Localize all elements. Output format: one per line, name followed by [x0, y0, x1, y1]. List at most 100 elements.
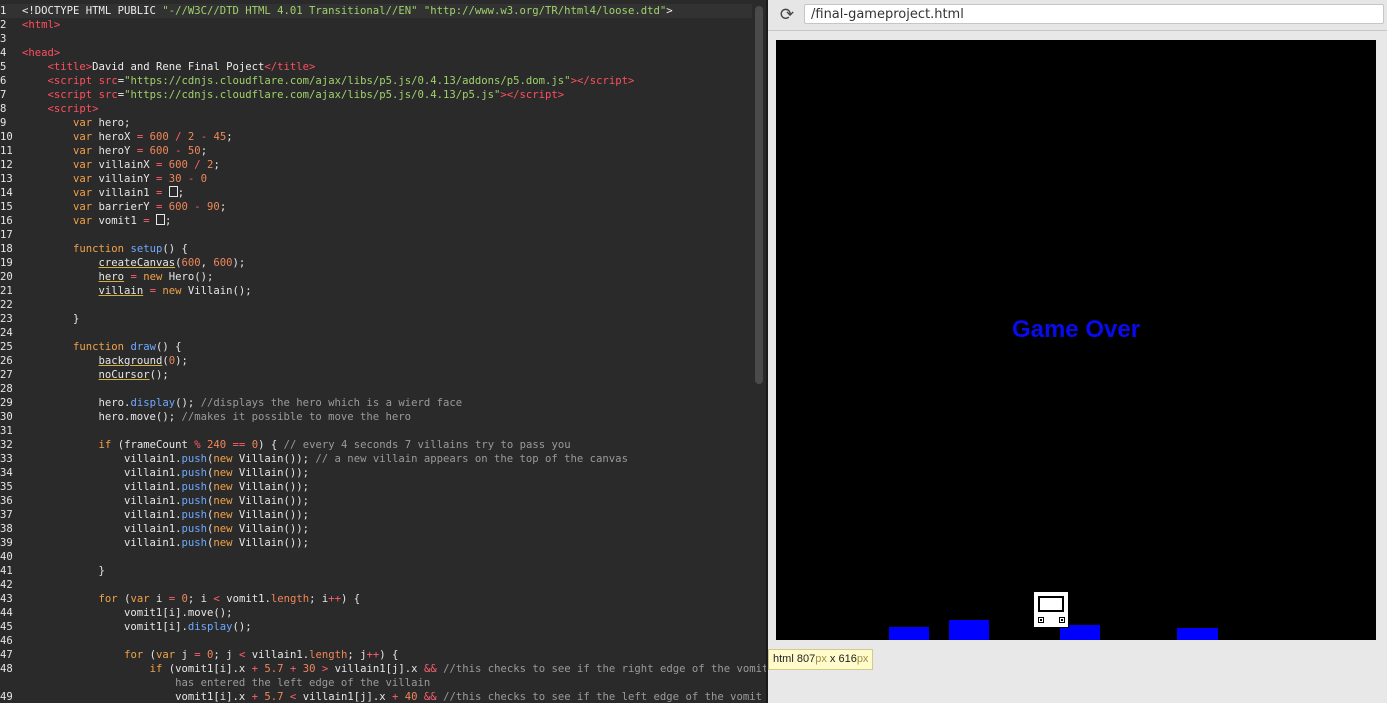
line-number: 29 [0, 397, 13, 409]
hero-sprite [1033, 591, 1069, 628]
code-line[interactable]: 7 <script src="https://cdnjs.cloudflare.… [0, 88, 752, 102]
code-line[interactable]: 4 <head> [0, 46, 752, 60]
code-line[interactable]: 23 } [0, 312, 752, 326]
code-line[interactable]: 12 var villainX = 600 / 2; [0, 158, 752, 172]
code-line[interactable]: 26 background(0); [0, 354, 752, 368]
code-line[interactable]: 40 [0, 550, 752, 564]
code-line[interactable]: 18 function setup() { [0, 242, 752, 256]
code-line[interactable]: 38 villain1.push(new Villain()); [0, 522, 752, 536]
code-line[interactable]: 36 villain1.push(new Villain()); [0, 494, 752, 508]
code-text: var villainY = 30 - 0 [73, 173, 208, 185]
line-number: 18 [0, 243, 13, 255]
code-line[interactable]: 46 [0, 634, 752, 648]
code-text: var vomit1 = ; [73, 214, 172, 227]
code-text: <script src="https://cdnjs.cloudflare.co… [47, 75, 635, 87]
code-editor[interactable]: 1 <!DOCTYPE HTML PUBLIC "-//W3C//DTD HTML… [0, 0, 766, 703]
code-line[interactable]: 25 function draw() { [0, 340, 752, 354]
code-line[interactable]: 22 [0, 298, 752, 312]
address-bar: ⟳ /final-gameproject.html [768, 0, 1387, 31]
line-number: 30 [0, 411, 13, 423]
code-text: villain1.push(new Villain()); [22, 495, 310, 507]
code-line[interactable]: 37 villain1.push(new Villain()); [0, 508, 752, 522]
code-line[interactable]: 15 var barrierY = 600 - 90; [0, 200, 752, 214]
code-line[interactable]: 27 noCursor(); [0, 368, 752, 382]
line-number: 49 [0, 691, 13, 703]
code-line[interactable]: 44 vomit1[i].move(); [0, 606, 752, 620]
code-line[interactable]: 13 var villainY = 30 - 0 [0, 172, 752, 186]
code-line[interactable]: 28 [0, 382, 752, 396]
code-line[interactable]: 48 if (vomit1[i].x + 5.7 + 30 > villain1… [0, 662, 766, 676]
code-line[interactable]: 47 for (var j = 0; j < villain1.length; … [0, 648, 752, 662]
line-number: 15 [0, 201, 13, 213]
line-number: 3 [0, 33, 7, 45]
line-number: 19 [0, 257, 13, 269]
code-line[interactable]: 41 } [0, 564, 752, 578]
code-text: villain1.push(new Villain()); [22, 523, 310, 535]
code-text: } [22, 313, 80, 325]
line-number: 10 [0, 131, 13, 143]
code-text: var barrierY = 600 - 90; [73, 201, 227, 213]
code-text: villain = new Villain(); [98, 285, 252, 297]
line-number: 45 [0, 621, 13, 633]
code-line[interactable]: 24 [0, 326, 752, 340]
code-line[interactable]: 45 vomit1[i].display(); [0, 620, 752, 634]
code-line[interactable]: 35 villain1.push(new Villain()); [0, 480, 752, 494]
code-text: hero.display(); //displays the hero whic… [22, 397, 463, 409]
inspector-sep: x [826, 653, 839, 665]
code-text: vomit1[i].display(); [22, 621, 252, 633]
code-line[interactable]: 1 <!DOCTYPE HTML PUBLIC "-//W3C//DTD HTML… [0, 4, 752, 18]
code-text: <title>David and Rene Final Poject</titl… [47, 61, 316, 73]
code-lines[interactable]: 1 <!DOCTYPE HTML PUBLIC "-//W3C//DTD HTML… [0, 4, 766, 703]
code-line[interactable]: 29 hero.display(); //displays the hero w… [0, 396, 752, 410]
code-line[interactable]: 2 <html> [0, 18, 752, 32]
code-line[interactable]: 21 villain = new Villain(); [0, 284, 752, 298]
code-line[interactable]: 9 var hero; [0, 116, 752, 130]
code-line[interactable]: 5 <title>David and Rene Final Poject</ti… [0, 60, 752, 74]
code-line[interactable]: 19 createCanvas(600, 600); [0, 256, 752, 270]
code-line[interactable]: 17 [0, 228, 752, 242]
line-number: 5 [0, 61, 7, 73]
code-line[interactable]: 16 var vomit1 = ; [0, 214, 752, 228]
code-line[interactable]: 32 if (frameCount % 240 == 0) { // every… [0, 438, 752, 452]
code-line[interactable]: 14 var villain1 = ; [0, 186, 752, 200]
editor-scrollbar[interactable] [755, 6, 763, 384]
line-number: 26 [0, 355, 13, 367]
code-line[interactable]: 39 villain1.push(new Villain()); [0, 536, 752, 550]
game-canvas[interactable]: Game Over [776, 40, 1376, 640]
line-number: 42 [0, 579, 13, 591]
code-line[interactable]: 30 hero.move(); //makes it possible to m… [0, 410, 752, 424]
code-text: villain1.push(new Villain()); [22, 467, 310, 479]
line-number: 23 [0, 313, 13, 325]
code-line[interactable]: 42 [0, 578, 752, 592]
code-text: background(0); [98, 355, 188, 367]
line-number: 7 [0, 89, 7, 101]
code-text: has entered the left edge of the villain [175, 677, 431, 689]
line-number: 2 [0, 19, 7, 31]
line-number: 8 [0, 103, 7, 115]
code-text: var heroY = 600 - 50; [73, 145, 208, 157]
code-line[interactable]: 43 for (var i = 0; i < vomit1.length; i+… [0, 592, 752, 606]
code-line[interactable]: 11 var heroY = 600 - 50; [0, 144, 752, 158]
code-line[interactable]: 31 [0, 424, 752, 438]
code-line[interactable]: 6 <script src="https://cdnjs.cloudflare.… [0, 74, 752, 88]
line-number: 14 [0, 187, 13, 199]
code-line[interactable]: 20 hero = new Hero(); [0, 270, 752, 284]
url-field[interactable]: /final-gameproject.html [804, 4, 1384, 24]
code-line[interactable]: 10 var heroX = 600 / 2 - 45; [0, 130, 752, 144]
code-line[interactable]: 49 vomit1[i].x + 5.7 < villain1[j].x + 4… [0, 690, 762, 703]
code-text: var villain1 = ; [73, 186, 185, 199]
line-number: 11 [0, 145, 13, 157]
line-number: 4 [0, 47, 7, 59]
code-line[interactable]: 3 [0, 32, 752, 46]
line-number: 35 [0, 481, 13, 493]
line-number: 37 [0, 509, 13, 521]
line-number: 46 [0, 635, 13, 647]
villain-block [949, 620, 989, 640]
code-line[interactable]: has entered the left edge of the villain [0, 676, 752, 690]
line-number: 22 [0, 299, 13, 311]
inspector-width: 807 [796, 653, 816, 665]
code-line[interactable]: 8 <script> [0, 102, 752, 116]
code-line[interactable]: 34 villain1.push(new Villain()); [0, 466, 752, 480]
code-line[interactable]: 33 villain1.push(new Villain()); // a ne… [0, 452, 752, 466]
reload-icon[interactable]: ⟳ [778, 6, 796, 24]
